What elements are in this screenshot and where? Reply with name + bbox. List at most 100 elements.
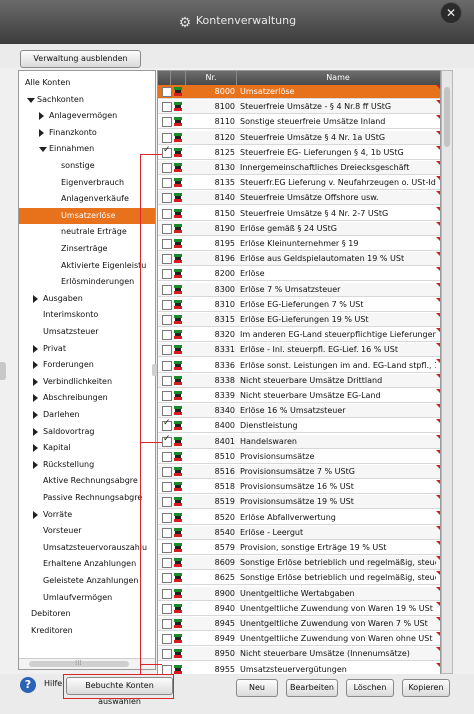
expand-right-icon[interactable] [33, 377, 38, 386]
tree-item[interactable]: Abschreibungen [19, 390, 155, 406]
tree-item[interactable]: Passive Rechnungsabgre [19, 490, 155, 506]
row-checkbox[interactable] [162, 117, 172, 128]
table-row[interactable]: 8331 Erlöse - Inl. steuerpfl. EG-Lief. 16… [158, 343, 440, 358]
table-row[interactable]: 8540 Erlöse - Leergut [158, 525, 440, 540]
row-checkbox[interactable] [162, 239, 172, 249]
row-checkbox[interactable] [162, 132, 172, 143]
row-checkbox[interactable] [162, 223, 172, 234]
row-checkbox[interactable] [162, 299, 172, 310]
table-row[interactable]: 8519 Provisionsumsätze 19 % USt [158, 495, 440, 510]
expand-down-icon[interactable] [27, 97, 35, 103]
scrollbar-thumb[interactable] [444, 87, 450, 147]
expand-right-icon[interactable] [39, 128, 44, 137]
tree-item[interactable]: Alle Konten [19, 75, 155, 91]
row-checkbox[interactable] [162, 512, 172, 523]
tree-item[interactable]: Rückstellung [19, 457, 155, 473]
row-checkbox[interactable] [162, 406, 172, 417]
row-checkbox[interactable] [162, 87, 172, 97]
row-checkbox[interactable] [162, 497, 172, 508]
left-edge-handle[interactable] [0, 362, 6, 380]
row-checkbox[interactable] [162, 619, 172, 629]
expand-right-icon[interactable] [33, 344, 38, 353]
table-row[interactable]: 8340 Erlöse 16 % Umsatzsteuer [158, 404, 440, 419]
row-checkbox[interactable] [162, 315, 172, 325]
row-checkbox[interactable] [162, 360, 172, 371]
table-row[interactable]: 8339 Nicht steuerbare Umsätze EG-Land [158, 389, 440, 403]
tree-item[interactable]: Saldovortrag [19, 424, 155, 440]
row-checkbox[interactable] [162, 163, 172, 173]
row-checkbox[interactable] [162, 375, 172, 386]
edit-button[interactable]: Bearbeiten [286, 679, 338, 697]
expand-right-icon[interactable] [33, 510, 38, 519]
table-row[interactable]: 8140 Steuerfreie Umsätze Offshore usw. [158, 191, 440, 206]
table-row[interactable]: 8100 Steuerfreie Umsätze - § 4 Nr.8 ff US… [158, 100, 440, 115]
hide-management-button[interactable]: Verwaltung ausblenden [20, 50, 141, 68]
row-checkbox[interactable] [162, 527, 172, 538]
table-row[interactable]: 8150 Steuerfreie Umsätze § 4 Nr. 2-7 UStG [158, 206, 440, 221]
tree-item[interactable]: Aktive Rechnungsabgre [19, 473, 155, 489]
tree-item[interactable]: Interimskonto [19, 307, 155, 323]
row-checkbox[interactable] [162, 434, 172, 447]
row-checkbox[interactable] [162, 193, 172, 204]
table-row[interactable]: 8190 Erlöse gemäß § 24 UStG [158, 221, 440, 236]
delete-button[interactable]: Löschen [346, 679, 394, 697]
table-row[interactable]: 8320 Im anderen EG-Land steuerpflichtige … [158, 328, 440, 343]
row-checkbox[interactable] [162, 254, 172, 265]
table-row[interactable]: 8950 Nicht steuerbare Umsätze (Innenumsät… [158, 647, 440, 662]
header-icon-column[interactable] [171, 71, 186, 85]
row-checkbox[interactable] [162, 269, 172, 280]
table-row[interactable]: 8000 Umsatzerlöse [158, 85, 440, 99]
tree-item[interactable]: Debitoren [19, 606, 155, 622]
tree-horizontal-scrollbar[interactable]: ⁞⁞⁞ [19, 658, 155, 669]
table-row[interactable]: 8195 Erlöse Kleinunternehmer § 19 [158, 237, 440, 251]
row-checkbox[interactable] [162, 102, 172, 113]
header-check-column[interactable] [158, 71, 171, 85]
row-checkbox[interactable] [162, 418, 172, 432]
row-checkbox[interactable] [162, 588, 172, 599]
row-checkbox[interactable] [162, 284, 172, 295]
expand-right-icon[interactable] [33, 394, 38, 403]
table-row[interactable]: 8625 Sonstige Erlöse betrieblich und rege… [158, 571, 440, 586]
tree-item[interactable]: Einnahmen [19, 141, 155, 157]
tree-item[interactable]: Verbindlichkeiten [19, 374, 155, 390]
table-row[interactable]: 8516 Provisionsumsätze 7 % UStG [158, 465, 440, 479]
help-label[interactable]: Hilfe [44, 679, 62, 688]
row-checkbox[interactable] [162, 558, 172, 569]
select-booked-accounts-button[interactable]: Bebuchte Konten auswählen [66, 677, 173, 706]
tree-item[interactable]: Privat [19, 341, 155, 357]
table-row[interactable]: 8315 Erlöse EG-Lieferungen 19 % USt [158, 313, 440, 327]
header-name[interactable]: Name [237, 71, 439, 85]
table-row[interactable]: 8401 Handelswaren [158, 434, 440, 449]
tree-item[interactable]: Kapital [19, 440, 155, 456]
tree-item[interactable]: Umsatzerlöse [19, 207, 155, 224]
expand-right-icon[interactable] [33, 444, 38, 453]
table-row[interactable]: 8940 Unentgeltliche Zuwendung von Waren 1… [158, 601, 440, 616]
tree-item[interactable]: sonstige [19, 158, 155, 174]
tree-item[interactable]: Sachkonten [19, 92, 155, 108]
tree-item[interactable]: Vorräte [19, 507, 155, 523]
expand-right-icon[interactable] [33, 427, 38, 436]
table-row[interactable]: 8949 Unentgeltliche Zuwendung von Waren o… [158, 632, 440, 647]
row-checkbox[interactable] [162, 467, 172, 477]
table-row[interactable]: 8338 Nicht steuerbare Umsätze Drittland [158, 373, 440, 388]
tree-item[interactable]: Aktivierte Eigenleistu [19, 258, 155, 274]
row-checkbox[interactable] [162, 145, 172, 158]
row-checkbox[interactable] [162, 603, 172, 614]
header-nr[interactable]: Nr. [186, 71, 237, 85]
tree-item[interactable]: Darlehen [19, 407, 155, 423]
expand-down-icon[interactable] [39, 147, 47, 153]
table-row[interactable]: 8196 Erlöse aus Geldspielautomaten 19 % U… [158, 252, 440, 267]
tree-item[interactable]: Kreditoren [19, 623, 155, 639]
row-checkbox[interactable] [162, 391, 172, 401]
table-row[interactable]: 8110 Sonstige steuerfreie Umsätze Inland [158, 115, 440, 130]
tree-item[interactable]: Finanzkonto [19, 125, 155, 141]
tree-item[interactable]: Zinserträge [19, 241, 155, 257]
row-checkbox[interactable] [162, 649, 172, 660]
table-row[interactable]: 8518 Provisionsumsätze 16 % USt [158, 480, 440, 495]
expand-right-icon[interactable] [33, 361, 38, 370]
table-row[interactable]: 8125 Steuerfreie EG- Lieferungen § 4, 1b … [158, 145, 440, 160]
tree-item[interactable]: Anlagevermögen [19, 108, 155, 124]
account-tree[interactable]: Alle Konten Sachkonten Anlagevermögen Finan… [18, 70, 156, 670]
table-row[interactable]: 8520 Erlöse Abfallverwertung [158, 510, 440, 525]
table-row[interactable]: 8135 Steuerfr.EG Lieferung v. Neufahrzeug… [158, 176, 440, 191]
